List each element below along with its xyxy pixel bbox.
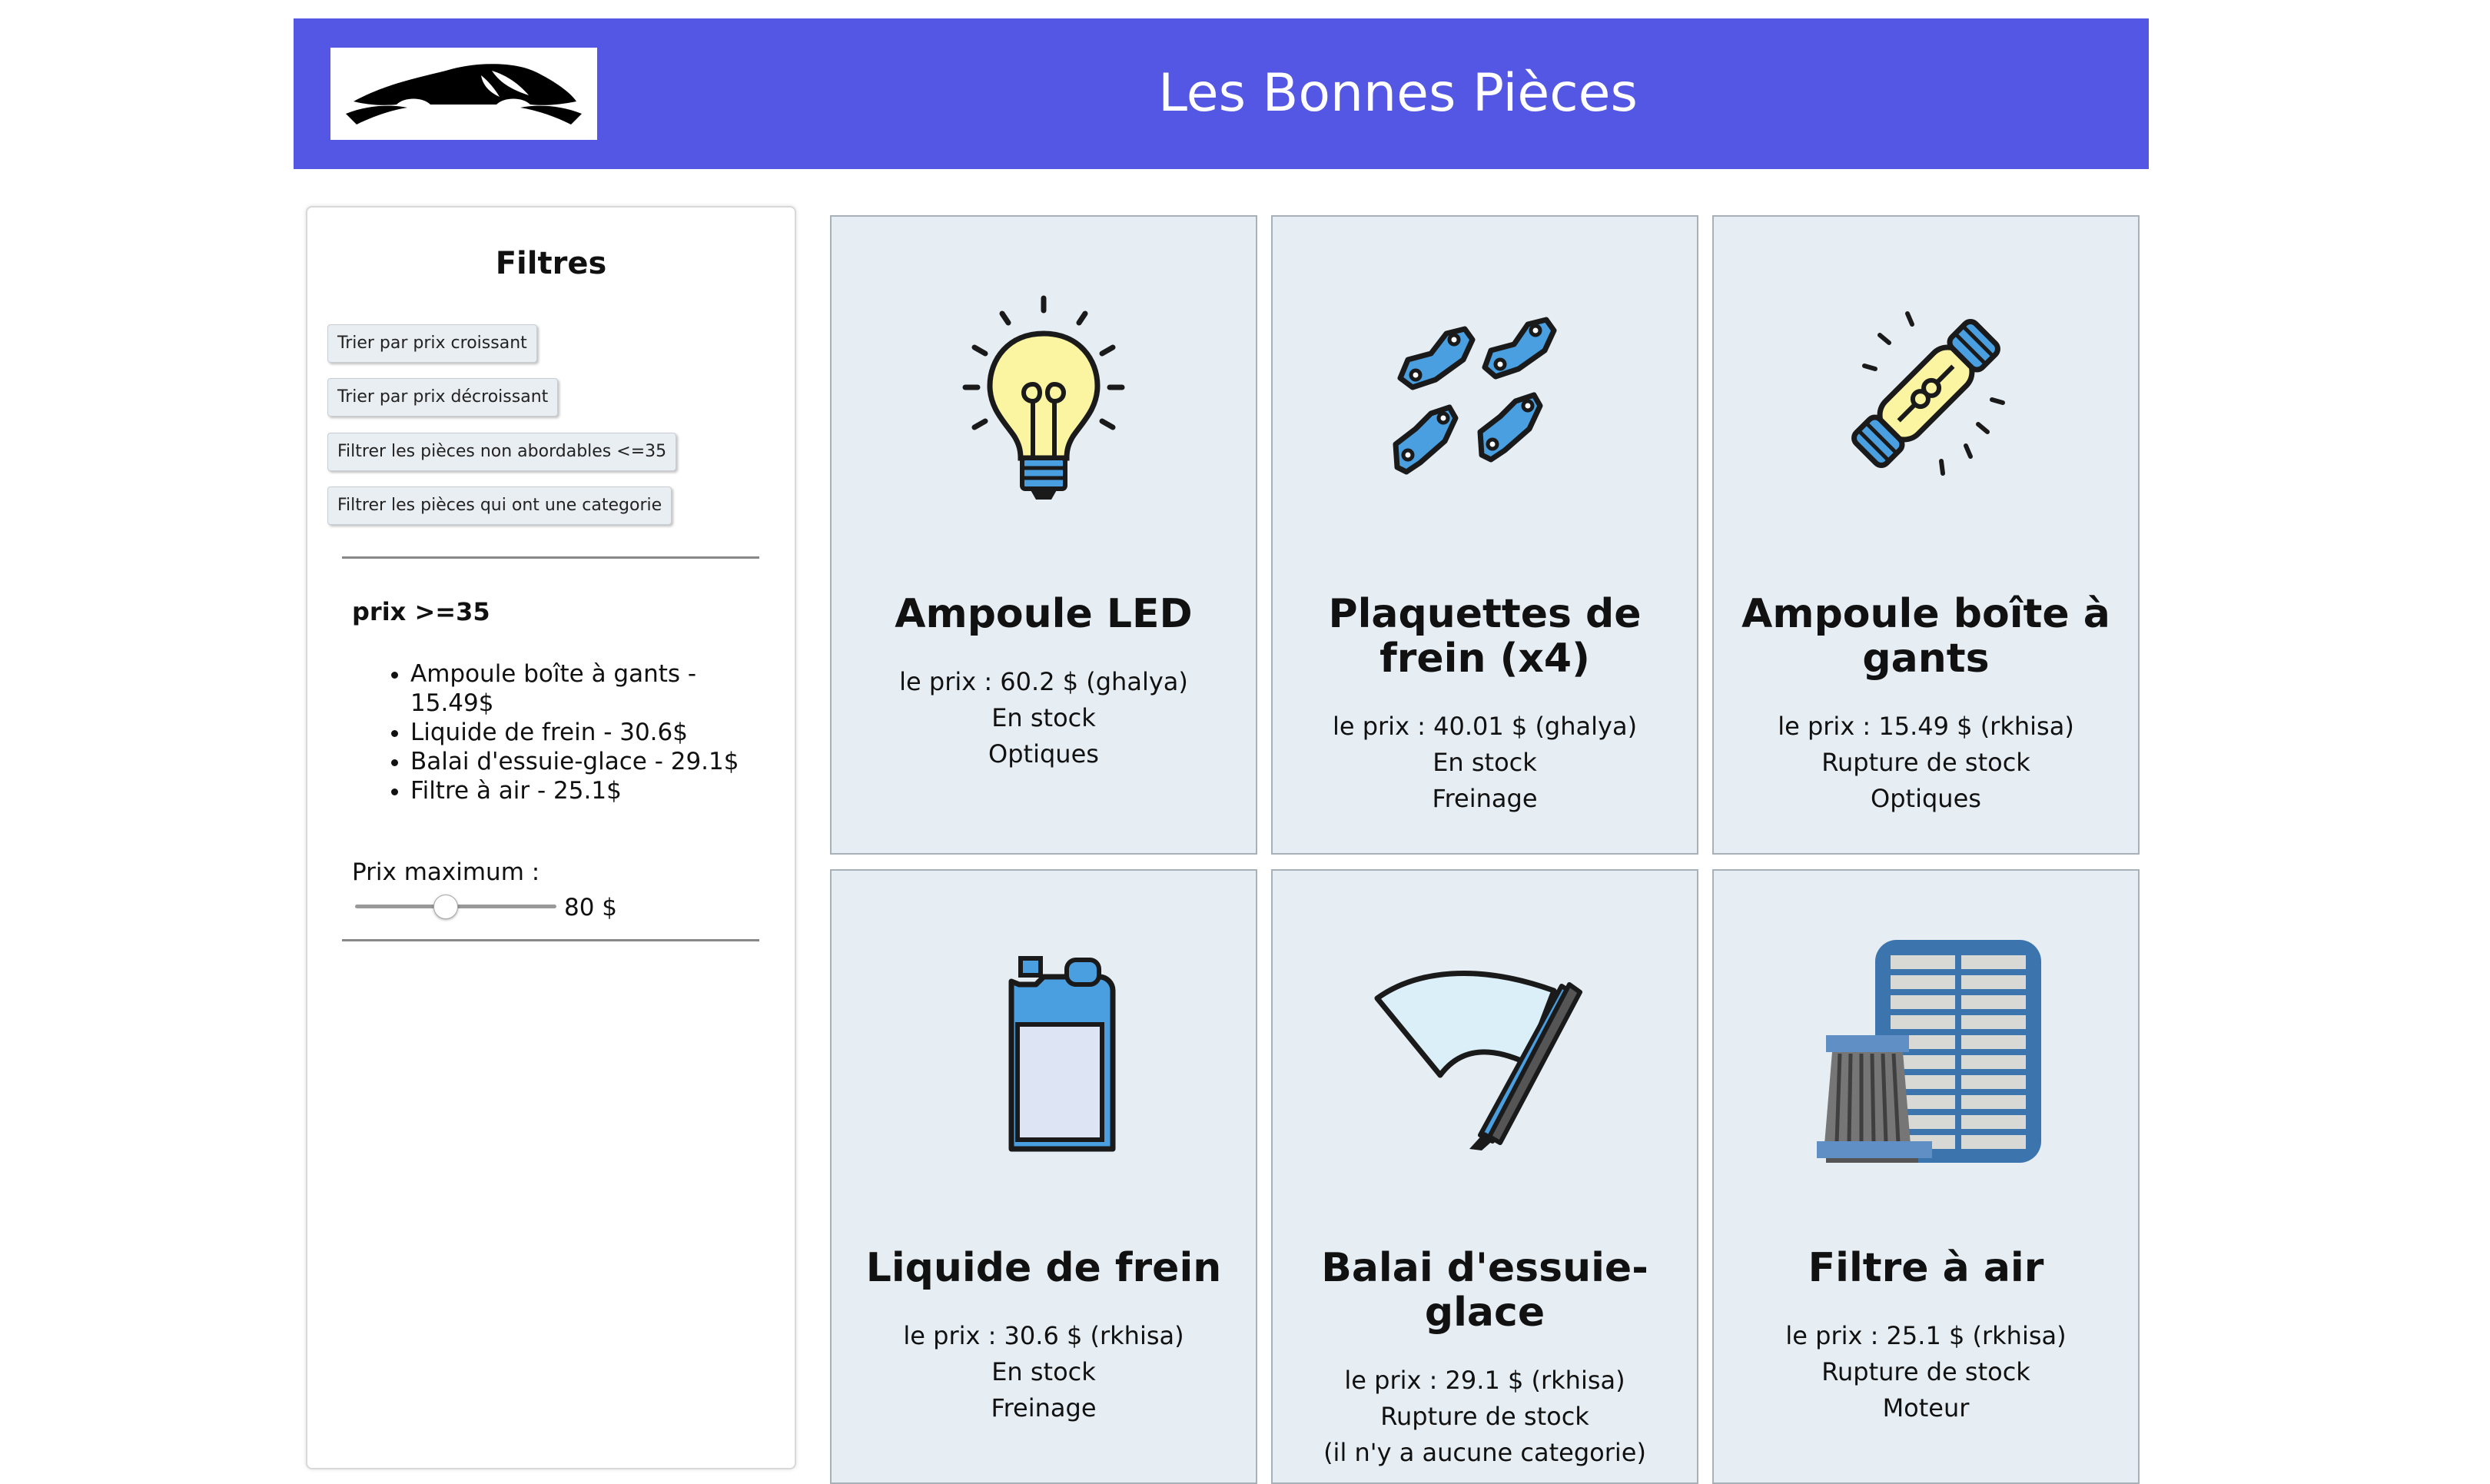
product-image	[1273, 940, 1697, 1163]
product-price: le prix : 30.6 $ (rkhisa)	[903, 1321, 1184, 1350]
product-category: Freinage	[991, 1393, 1097, 1423]
sort-price-descending-button[interactable]: Trier par prix décroissant	[327, 378, 559, 417]
product-category: (il n'y a aucune categorie)	[1323, 1438, 1646, 1467]
product-price: le prix : 25.1 $ (rkhisa)	[1785, 1321, 2067, 1350]
list-item: Liquide de frein - 30.6$	[410, 718, 772, 747]
list-item: Ampoule boîte à gants - 15.49$	[410, 659, 772, 718]
light-bulb-icon	[962, 295, 1125, 500]
max-price-slider-thumb[interactable]	[433, 895, 458, 919]
product-stock: Rupture de stock	[1380, 1402, 1589, 1431]
product-price: le prix : 40.01 $ (ghalya)	[1332, 712, 1638, 741]
product-image	[832, 940, 1256, 1163]
product-image	[1714, 286, 2138, 509]
product-image	[1273, 286, 1697, 509]
product-name: Ampoule LED	[895, 591, 1193, 637]
product-category: Optiques	[1871, 784, 1981, 813]
product-category: Freinage	[1432, 784, 1538, 813]
product-stock: Rupture de stock	[1821, 748, 2030, 777]
product-card[interactable]: Ampoule boîte à gants le prix : 15.49 $ …	[1712, 215, 2140, 855]
product-price: le prix : 15.49 $ (rkhisa)	[1778, 712, 2074, 741]
air-filter-icon	[1817, 940, 2041, 1163]
product-category: Optiques	[988, 739, 1099, 769]
list-item: Filtre à air - 25.1$	[410, 776, 772, 805]
wiper-blade-icon	[1374, 970, 1582, 1150]
product-stock: Rupture de stock	[1821, 1357, 2030, 1386]
filters-panel: Filtres Trier par prix croissant Trier p…	[306, 206, 796, 1469]
affordable-list: Ampoule boîte à gants - 15.49$ Liquide d…	[370, 659, 772, 805]
divider	[342, 556, 759, 559]
sort-price-ascending-button[interactable]: Trier par prix croissant	[327, 324, 537, 363]
product-card[interactable]: Ampoule LED le prix : 60.2 $ (ghalya) En…	[830, 215, 1257, 855]
fluid-canister-icon	[1008, 956, 1116, 1152]
site-header: Les Bonnes Pièces	[294, 18, 2149, 169]
max-price-label: Prix maximum :	[352, 858, 540, 886]
filters-title: Filtres	[495, 246, 607, 281]
product-stock: En stock	[991, 703, 1096, 732]
product-name: Liquide de frein	[865, 1245, 1222, 1291]
product-card[interactable]: Filtre à air le prix : 25.1 $ (rkhisa) R…	[1712, 869, 2140, 1484]
filter-unaffordable-button[interactable]: Filtrer les pièces non abordables <=35	[327, 433, 677, 471]
list-item: Balai d'essuie-glace - 29.1$	[410, 747, 772, 776]
max-price-value: 80 $	[564, 894, 618, 921]
product-image	[1714, 940, 2138, 1163]
product-card[interactable]: Balai d'essuie-glace le prix : 29.1 $ (r…	[1271, 869, 1698, 1484]
product-category: Moteur	[1882, 1393, 1970, 1423]
product-name: Balai d'essuie-glace	[1321, 1245, 1648, 1336]
product-card[interactable]: Liquide de frein le prix : 30.6 $ (rkhis…	[830, 869, 1257, 1484]
product-image	[832, 286, 1256, 509]
divider	[342, 939, 759, 941]
product-name: Plaquettes de frein (x4)	[1328, 591, 1642, 682]
site-title: Les Bonnes Pièces	[1158, 63, 1638, 124]
product-name: Ampoule boîte à gants	[1741, 591, 2110, 682]
product-name: Filtre à air	[1808, 1245, 2044, 1291]
product-stock: En stock	[1433, 748, 1537, 777]
product-price: le prix : 29.1 $ (rkhisa)	[1344, 1366, 1625, 1395]
product-card[interactable]: Plaquettes de frein (x4) le prix : 40.01…	[1271, 215, 1698, 855]
affordable-heading: prix >=35	[352, 597, 490, 626]
filter-with-category-button[interactable]: Filtrer les pièces qui ont une categorie	[327, 486, 672, 525]
product-price: le prix : 60.2 $ (ghalya)	[899, 667, 1188, 696]
product-stock: En stock	[991, 1357, 1096, 1386]
fuse-bulb-icon	[1851, 311, 2005, 476]
brake-pads-icon	[1393, 317, 1557, 475]
